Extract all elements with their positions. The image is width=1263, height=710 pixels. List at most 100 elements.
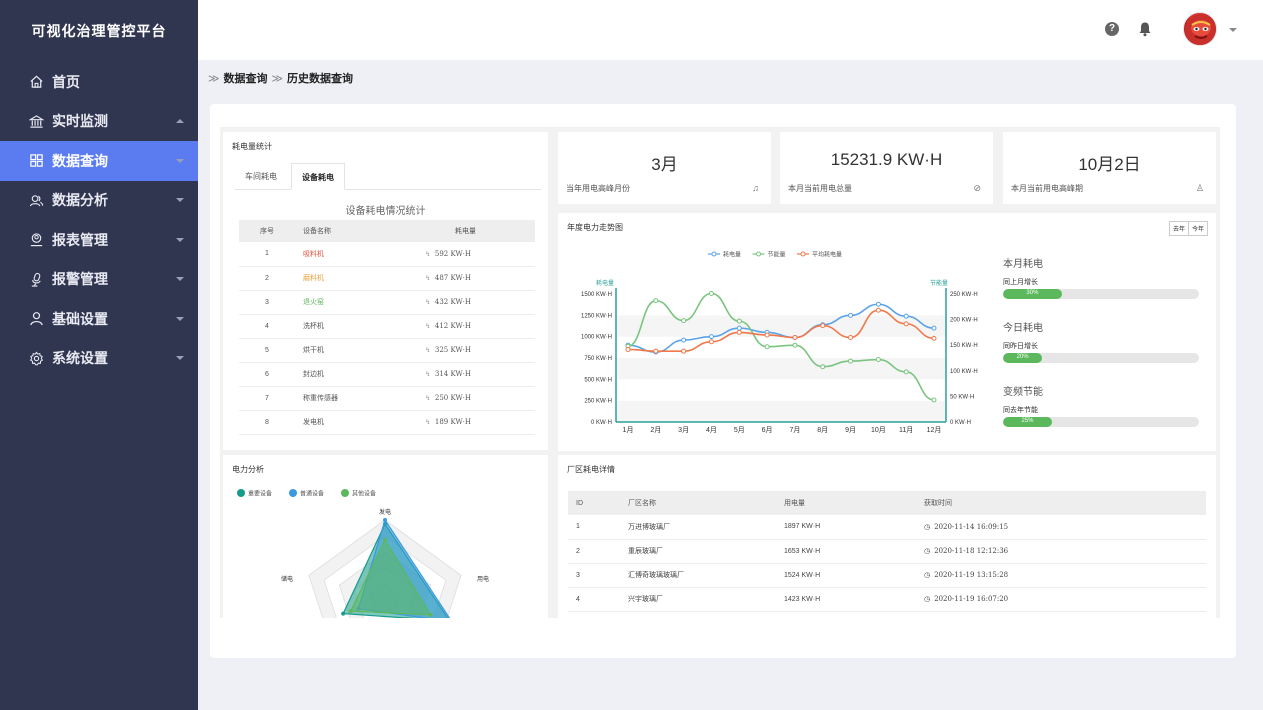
y2-tick-label: 250 KW·H [950,292,978,298]
panel-title: 年度电力走势图 [567,223,623,232]
row-id: 3 [568,563,628,588]
breadcrumb-item[interactable]: 数据查询 [224,70,268,86]
data-point [736,325,742,331]
grid-band [616,400,946,422]
table-row[interactable]: 1 吸料机 ↯ 592 KW·H [239,242,535,267]
fetch-time: ◷ 2020-11-19 16:07:20 [924,587,1206,612]
time-value: 2020-11-19 16:07:20 [934,595,1009,603]
table-header-row: ID 厂区名称 用电量 获取时间 [568,491,1206,515]
data-point [708,334,714,340]
device-name: 烘干机 [295,338,415,363]
y-tick-label: 0 KW·H [591,420,612,426]
sidebar-item-reports[interactable]: 报表管理 [0,220,198,260]
y-tick-label: 1500 KW·H [581,292,612,298]
legend-swatch [341,489,349,497]
table-row[interactable]: 8 发电机 ↯ 189 KW·H [239,410,535,435]
factory-table: ID 厂区名称 用电量 获取时间 1 万进博玻璃厂 1897 KW·H ◷ 2020-1… [568,491,1206,612]
table-row[interactable]: 2 磨料机 ↯ 487 KW·H [239,266,535,291]
device-name: 吸料机 [295,242,415,267]
table-row[interactable]: 5 烘干机 ↯ 325 KW·H [239,338,535,363]
sidebar-item-realtime[interactable]: 实时监测 [0,102,198,142]
factory-name: 重辰玻璃厂 [628,539,784,564]
table-row[interactable]: 3 汇博奇玻璃玻璃厂 1524 KW·H ◷ 2020-11-19 13:15:28 [568,563,1206,588]
device-name: 发电机 [295,410,415,435]
sidebar-item-data-analysis[interactable]: 数据分析 [0,181,198,221]
row-id: 1 [568,515,628,540]
avatar[interactable] [1183,12,1217,46]
y-tick-label: 1000 KW·H [581,335,612,341]
table-row[interactable]: 4 洗杯机 ↯ 412 KW·H [239,314,535,339]
caret-down-icon[interactable] [1229,28,1237,32]
column-header: 设备名称 [295,220,415,242]
fetch-time: ◷ 2020-11-14 16:09:15 [924,515,1206,540]
table-row[interactable]: 6 封边机 ↯ 314 KW·H [239,362,535,387]
legend-label: 普通设备 [300,490,324,498]
x-tick-label: 2月 [650,426,661,434]
data-point [903,313,909,319]
users-icon [28,192,44,208]
sidebar-item-basic-settings[interactable]: 基础设置 [0,299,198,339]
column-header: ID [568,491,628,515]
device-name: 洗杯机 [295,314,415,339]
progress-label: 25% [1021,418,1034,424]
y2-tick-label: 0 KW·H [950,420,971,426]
fetch-time: ◷ 2020-11-18 12:12:36 [924,539,1206,564]
consumption-value: 487 KW·H [434,274,471,282]
help-icon[interactable]: ? [1105,22,1119,36]
row-index: 6 [239,362,295,387]
table-row[interactable]: 1 万进博玻璃厂 1897 KW·H ◷ 2020-11-14 16:09:15 [568,515,1206,540]
caret-down-icon [176,158,184,163]
legend-label: 重要设备 [248,490,272,498]
sidebar-item-home[interactable]: 首页 [0,62,198,102]
sidebar-item-data-query[interactable]: 数据查询 [0,141,198,181]
bell-icon[interactable] [1138,21,1152,37]
stat-value: 3月 [651,155,678,174]
sidebar-item-label: 实时监测 [52,113,108,130]
device-consumption: ↯ 432 KW·H [415,290,535,315]
range-toggle: 去年 今年 [1168,221,1208,236]
tab-workshop-consumption[interactable]: 车间耗电 [235,163,287,190]
row-index: 2 [239,266,295,291]
x-tick-label: 6月 [762,426,773,434]
caret-up-icon [176,119,184,124]
side-stat-title: 今日耗电 [1003,323,1043,334]
breadcrumb: ≫ 数据查询 ≫ 历史数据查询 [208,70,353,86]
factory-name: 汇博奇玻璃玻璃厂 [628,563,784,588]
pulse-icon: ↯ [425,322,431,330]
stat-card: 15231.9 KW·H 本月当前用电总量 ⊘ [780,132,993,204]
consumption-value: 432 KW·H [434,298,471,306]
y2-tick-label: 150 KW·H [950,343,978,349]
row-index: 3 [239,290,295,315]
y-axis-label-right: 节能量 [930,279,948,287]
device-consumption-panel: 耗电量统计 车间耗电 设备耗电 设备耗电情况统计 序号 设备名称 耗电量 1 吸料… [223,132,548,450]
last-year-button[interactable]: 去年 [1170,222,1188,235]
sidebar-item-alarms[interactable]: 报警管理 [0,260,198,300]
panel-title: 厂区耗电详情 [567,465,615,474]
factory-consumption: 1897 KW·H [784,515,924,540]
grid-band [616,315,946,337]
annual-trend-panel: 年度电力走势图 去年 今年 耗电量 节能量 0 KW·H 250 KW·H 500 KW… [558,213,1216,451]
microphone-icon [28,271,44,287]
data-point [653,298,659,304]
data-point [792,342,798,348]
sidebar-item-system-settings[interactable]: 系统设置 [0,339,198,379]
column-header: 获取时间 [924,491,1206,515]
clock-icon: ◷ [924,547,931,555]
device-consumption: ↯ 314 KW·H [415,362,535,387]
this-year-button[interactable]: 今年 [1187,222,1207,235]
legend-label: 节能量 [768,251,786,259]
table-row[interactable]: 7 称重传感器 ↯ 250 KW·H [239,386,535,411]
table-row[interactable]: 2 重辰玻璃厂 1653 KW·H ◷ 2020-11-18 12:12:36 [568,539,1206,564]
consumption-value: 412 KW·H [434,322,471,330]
pulse-icon: ↯ [425,418,431,426]
data-point [820,323,826,329]
radar-point [383,538,387,542]
tab-device-consumption[interactable]: 设备耗电 [291,163,345,190]
sidebar-item-label: 首页 [52,73,80,90]
caret-down-icon [176,198,184,203]
radar-indicator-label: 储电 [281,575,293,583]
side-stat-sub: 同上月增长 [1003,279,1038,286]
data-point [764,332,770,338]
table-row[interactable]: 3 退火窑 ↯ 432 KW·H [239,290,535,315]
table-row[interactable]: 4 兴宇玻璃厂 1423 KW·H ◷ 2020-11-19 16:07:20 [568,587,1206,612]
